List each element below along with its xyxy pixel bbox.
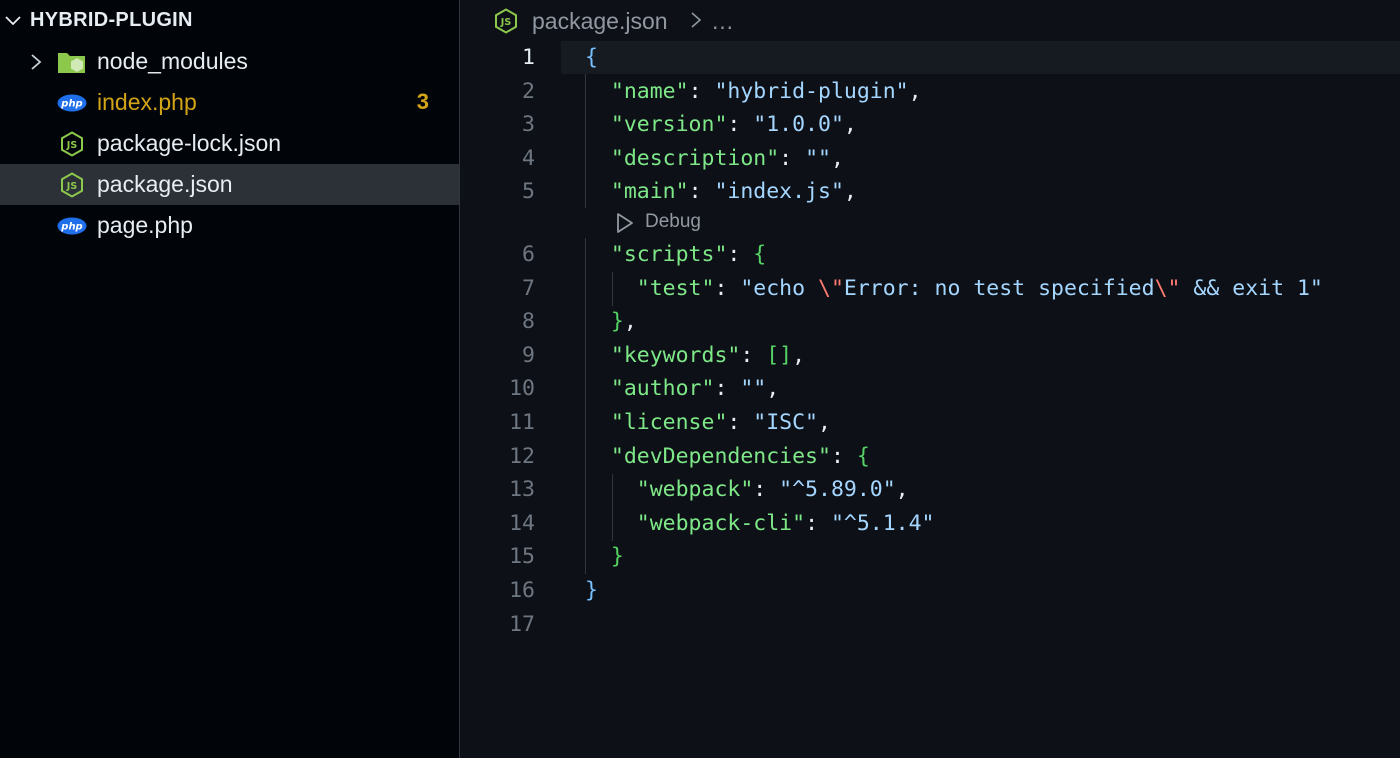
line-number: 11 (509, 410, 535, 435)
code-line: 9 "keywords": [], (461, 339, 1400, 372)
line-number: 14 (509, 510, 535, 536)
code-line: 16 } (461, 574, 1400, 607)
play-icon (617, 213, 633, 233)
file-name: index.php (97, 89, 197, 115)
line-number: 5 (522, 179, 535, 205)
tree-item-package-lock-json[interactable]: JS package-lock.json (0, 123, 459, 164)
code-line: 15 } (461, 540, 1400, 573)
svg-text:php: php (60, 99, 82, 110)
editor-pane: JS package.json … 1 { 2 "name": "hybrid-… (461, 0, 1400, 758)
code-line: 1 { (461, 41, 1400, 74)
code-line: 12 "devDependencies": { (461, 440, 1400, 473)
problems-badge: 3 (416, 89, 429, 114)
tree-item-node-modules[interactable]: node_modules (0, 41, 459, 82)
code-line: 7 "test": "echo \"Error: no test specifi… (461, 272, 1400, 305)
chevron-down-icon (5, 16, 21, 26)
file-name: package-lock.json (97, 130, 282, 156)
code-line: 2 "name": "hybrid-plugin", (461, 75, 1400, 108)
workspace-title: HYBRID-PLUGIN (30, 9, 193, 31)
code-line: 6 "scripts": { (461, 238, 1400, 271)
code-line: 8 }, (461, 305, 1400, 338)
file-name: page.php (97, 212, 193, 238)
line-number: 10 (509, 376, 535, 402)
line-number: 2 (522, 78, 535, 104)
line-number: 1 (522, 45, 535, 70)
line-number: 12 (509, 443, 535, 469)
line-number: 9 (522, 342, 535, 368)
breadcrumb-symbols[interactable]: … (711, 8, 734, 35)
code-line: 14 "webpack-cli": "^5.1.4" (461, 507, 1400, 540)
file-name: package.json (97, 171, 233, 197)
code-line: 5 "main": "index.js", (461, 175, 1400, 208)
code-line: 10 "author": "", (461, 372, 1400, 405)
code-line: 13 "webpack": "^5.89.0", (461, 473, 1400, 506)
line-number: 3 (522, 112, 535, 138)
line-number: 6 (522, 242, 535, 267)
file-name: node_modules (97, 48, 248, 74)
line-number: 16 (509, 578, 535, 603)
php-file-icon: php (57, 90, 87, 116)
line-number: 13 (509, 477, 535, 503)
explorer-sidebar: HYBRID-PLUGIN node_modules php index.php… (0, 0, 460, 758)
tree-item-package-json[interactable]: JS package.json (0, 164, 459, 205)
svg-text:JS: JS (500, 17, 512, 28)
line-number: 15 (509, 544, 535, 570)
chevron-right-icon (691, 12, 702, 28)
vscode-window: HYBRID-PLUGIN node_modules php index.php… (0, 0, 1400, 758)
code-line: 11 "license": "ISC", (461, 406, 1400, 439)
nodejs-file-icon: JS (495, 8, 517, 34)
code-editor[interactable]: 1 { 2 "name": "hybrid-plugin", 3 "versio… (461, 41, 1400, 758)
line-number: 17 (509, 611, 535, 637)
svg-text:JS: JS (66, 181, 78, 192)
tree-item-page-php[interactable]: php page.php (0, 205, 459, 246)
line-number: 7 (522, 275, 535, 301)
breadcrumb-file[interactable]: package.json (532, 8, 668, 35)
php-file-icon: php (57, 213, 87, 239)
codelens-label: Debug (645, 211, 701, 232)
svg-text:JS: JS (66, 140, 78, 151)
code-line: 4 "description": "", (461, 142, 1400, 175)
chevron-right-icon (31, 54, 42, 70)
line-number: 4 (522, 145, 535, 171)
nodejs-file-icon: JS (57, 172, 87, 198)
line-number: 8 (522, 309, 535, 335)
code-line: 3 "version": "1.0.0", (461, 108, 1400, 141)
code-line: 17 (461, 608, 1400, 641)
tree-item-index-php[interactable]: php index.php 3 (0, 82, 459, 123)
svg-text:php: php (60, 222, 82, 233)
node-folder-icon (57, 49, 87, 75)
breadcrumb: JS package.json … (461, 0, 1400, 41)
explorer-header[interactable]: HYBRID-PLUGIN (0, 0, 460, 41)
nodejs-file-icon: JS (57, 131, 87, 157)
